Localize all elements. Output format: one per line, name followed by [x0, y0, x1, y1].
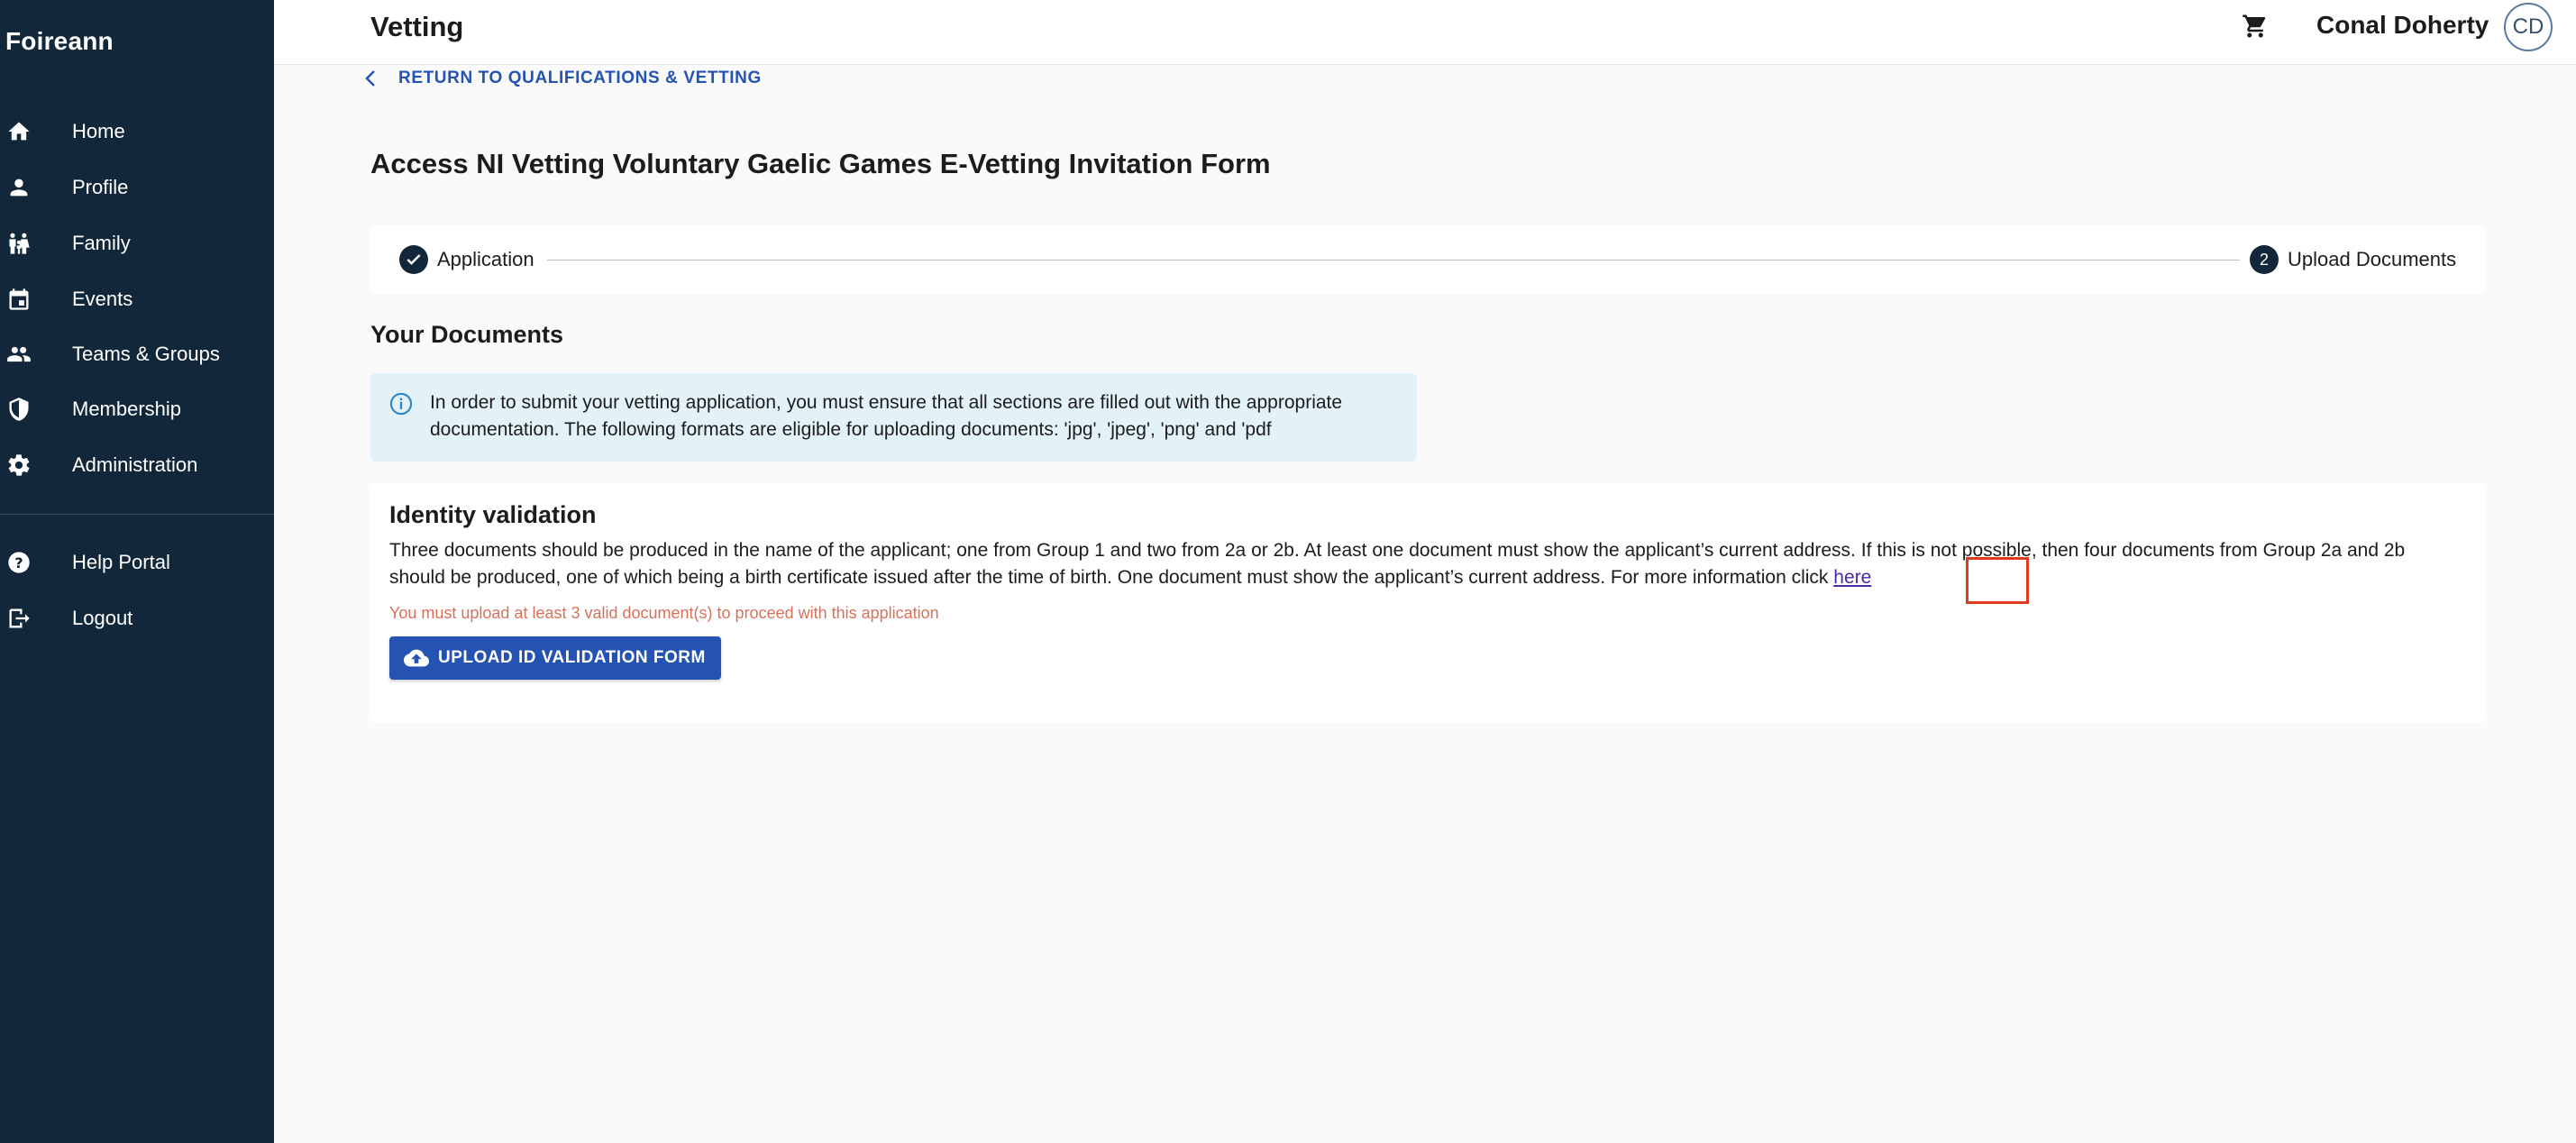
identity-validation-card: Identity validation Three documents shou… — [370, 483, 2485, 723]
user-name[interactable]: Conal Doherty — [2316, 11, 2489, 40]
sidebar: Foireann Home Profile Family Events Team… — [0, 0, 274, 1143]
upload-warning: You must upload at least 3 valid documen… — [389, 604, 939, 622]
step-label: Upload Documents — [2288, 248, 2457, 270]
info-icon — [388, 391, 414, 416]
help-icon: ? — [5, 549, 32, 576]
more-info-link[interactable]: here — [1833, 567, 1871, 588]
gear-icon — [5, 452, 32, 479]
cart-button[interactable] — [2237, 13, 2273, 43]
sidebar-item-label: Home — [72, 120, 125, 142]
cloud-upload-icon — [404, 645, 429, 671]
sidebar-item-label: Teams & Groups — [72, 343, 220, 365]
sidebar-item-label: Membership — [72, 398, 182, 420]
person-icon — [5, 174, 32, 201]
card-description: Three documents should be produced in th… — [389, 537, 2462, 591]
sidebar-item-profile[interactable]: Profile — [0, 162, 274, 213]
sidebar-item-teams-groups[interactable]: Teams & Groups — [0, 329, 274, 379]
sidebar-item-events[interactable]: Events — [0, 274, 274, 325]
upload-id-validation-button[interactable]: UPLOAD ID VALIDATION FORM — [389, 636, 721, 680]
sidebar-item-label: Family — [72, 232, 131, 254]
sidebar-item-help-portal[interactable]: ? Help Portal — [0, 537, 274, 588]
sidebar-divider — [0, 514, 274, 515]
sidebar-item-administration[interactable]: Administration — [0, 440, 274, 490]
form-title: Access NI Vetting Voluntary Gaelic Games… — [370, 148, 1271, 179]
check-icon — [399, 245, 428, 274]
calendar-icon — [5, 286, 32, 313]
upload-button-label: UPLOAD ID VALIDATION FORM — [438, 648, 706, 667]
svg-text:?: ? — [14, 554, 23, 572]
sidebar-item-home[interactable]: Home — [0, 106, 274, 157]
home-icon — [5, 118, 32, 145]
sidebar-item-label: Logout — [72, 607, 133, 629]
step-number: 2 — [2250, 245, 2279, 274]
info-text: In order to submit your vetting applicat… — [430, 392, 1343, 440]
step-label: Application — [437, 248, 534, 270]
card-title: Identity validation — [389, 501, 597, 528]
family-icon — [5, 230, 32, 257]
back-link[interactable]: RETURN TO QUALIFICATIONS & VETTING — [361, 65, 762, 92]
sidebar-item-label: Profile — [72, 176, 129, 198]
top-bar: Vetting Conal Doherty CD — [274, 0, 2576, 65]
sidebar-item-family[interactable]: Family — [0, 218, 274, 269]
avatar[interactable]: CD — [2504, 3, 2553, 51]
description-text: Three documents should be produced in th… — [389, 540, 2406, 588]
back-link-label: RETURN TO QUALIFICATIONS & VETTING — [398, 69, 762, 87]
sidebar-item-label: Administration — [72, 453, 198, 476]
step-application[interactable]: Application — [399, 245, 534, 274]
section-title: Your Documents — [370, 321, 564, 348]
brand-logo[interactable]: Foireann — [5, 27, 114, 56]
shield-icon — [5, 396, 32, 423]
page-title: Vetting — [370, 11, 464, 42]
sidebar-item-membership[interactable]: Membership — [0, 384, 274, 434]
groups-icon — [5, 341, 32, 368]
sidebar-item-label: Help Portal — [72, 551, 170, 573]
step-connector — [547, 260, 2240, 261]
logout-icon — [5, 605, 32, 632]
info-alert: In order to submit your vetting applicat… — [370, 373, 1417, 462]
sidebar-item-logout[interactable]: Logout — [0, 593, 274, 644]
stepper: Application 2 Upload Documents — [370, 225, 2485, 294]
step-upload-documents[interactable]: 2 Upload Documents — [2250, 245, 2456, 274]
cart-icon — [2242, 13, 2269, 44]
chevron-left-icon — [361, 68, 382, 89]
sidebar-item-label: Events — [72, 288, 133, 310]
